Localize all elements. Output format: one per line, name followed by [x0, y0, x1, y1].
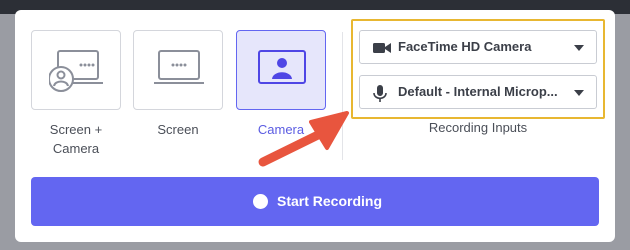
record-dot-icon: [253, 194, 268, 209]
start-recording-label: Start Recording: [277, 193, 383, 209]
recording-panel: Screen + Camera Screen Camera FaceTime H…: [15, 10, 615, 242]
start-recording-button[interactable]: Start Recording: [31, 177, 599, 226]
